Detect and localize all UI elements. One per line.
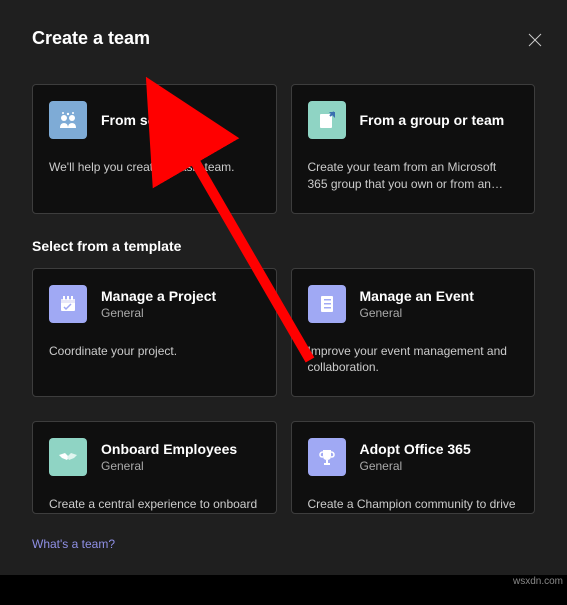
whats-a-team-link[interactable]: What's a team?	[32, 537, 115, 551]
calendar-icon	[49, 285, 87, 323]
card-title-block: Manage an Event General	[360, 288, 474, 320]
option-from-scratch[interactable]: From scratch We'll help you create a bas…	[32, 84, 277, 214]
dialog-header: Create a team	[0, 0, 567, 84]
close-icon	[528, 33, 542, 47]
trophy-icon	[308, 438, 346, 476]
group-arrow-icon	[308, 101, 346, 139]
templates-row-1: Manage a Project General Coordinate your…	[0, 268, 567, 422]
card-subtitle: General	[101, 306, 216, 320]
card-description: We'll help you create a basic team.	[49, 159, 260, 176]
handshake-icon	[49, 438, 87, 476]
template-onboard-employees[interactable]: Onboard Employees General Create a centr…	[32, 421, 277, 514]
card-description: Create a central experience to onboard	[49, 496, 260, 513]
card-title-block: Adopt Office 365 General	[360, 441, 471, 473]
card-title: From a group or team	[360, 112, 505, 128]
watermark: wsxdn.com	[513, 576, 563, 587]
create-team-dialog: Create a team From scratch We'll help yo…	[0, 0, 567, 575]
option-from-group[interactable]: From a group or team Create your team fr…	[291, 84, 536, 214]
template-section-title: Select from a template	[0, 238, 567, 268]
card-subtitle: General	[360, 306, 474, 320]
card-title: From scratch	[101, 112, 190, 128]
card-header: Adopt Office 365 General	[308, 438, 519, 476]
template-adopt-office365[interactable]: Adopt Office 365 General Create a Champi…	[291, 421, 536, 514]
card-header: Manage a Project General	[49, 285, 260, 323]
card-header: Onboard Employees General	[49, 438, 260, 476]
card-header: From a group or team	[308, 101, 519, 139]
card-title-block: From scratch	[101, 112, 190, 128]
primary-options-row: From scratch We'll help you create a bas…	[0, 84, 567, 238]
card-title: Adopt Office 365	[360, 441, 471, 457]
card-subtitle: General	[360, 459, 471, 473]
card-title: Onboard Employees	[101, 441, 237, 457]
template-manage-project[interactable]: Manage a Project General Coordinate your…	[32, 268, 277, 398]
card-description: Coordinate your project.	[49, 343, 260, 360]
card-title-block: From a group or team	[360, 112, 505, 128]
card-title-block: Onboard Employees General	[101, 441, 237, 473]
card-description: Improve your event management and collab…	[308, 343, 519, 377]
card-description: Create a Champion community to drive	[308, 496, 519, 513]
card-header: From scratch	[49, 101, 260, 139]
templates-row-2: Onboard Employees General Create a centr…	[0, 421, 567, 538]
card-description: Create your team from an Microsoft 365 g…	[308, 159, 519, 193]
checklist-icon	[308, 285, 346, 323]
people-icon	[49, 101, 87, 139]
card-title: Manage an Event	[360, 288, 474, 304]
dialog-title: Create a team	[32, 28, 150, 49]
card-title-block: Manage a Project General	[101, 288, 216, 320]
close-button[interactable]	[523, 28, 547, 52]
card-subtitle: General	[101, 459, 237, 473]
card-header: Manage an Event General	[308, 285, 519, 323]
template-manage-event[interactable]: Manage an Event General Improve your eve…	[291, 268, 536, 398]
card-title: Manage a Project	[101, 288, 216, 304]
